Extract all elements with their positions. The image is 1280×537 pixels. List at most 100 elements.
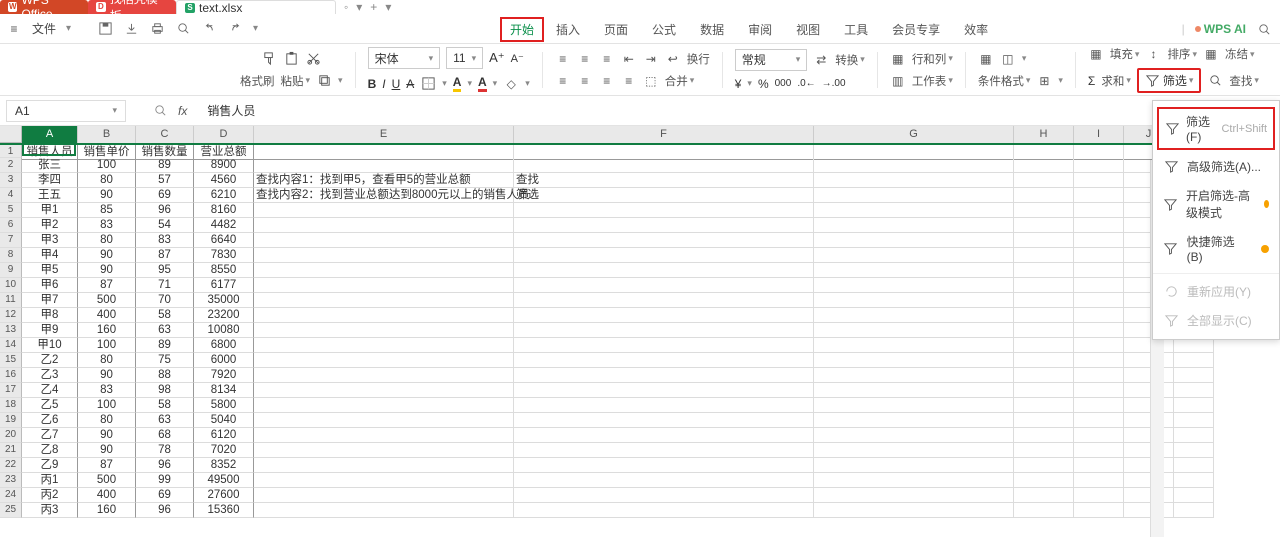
- tab-more-icon[interactable]: ▾: [385, 0, 391, 14]
- cell-C20[interactable]: 68: [136, 428, 194, 443]
- row-head-8[interactable]: 8: [0, 248, 22, 263]
- tab-data[interactable]: 数据: [688, 17, 736, 42]
- cell-F7[interactable]: [514, 233, 814, 248]
- cell-G5[interactable]: [814, 203, 1014, 218]
- cell-C19[interactable]: 63: [136, 413, 194, 428]
- cell-G6[interactable]: [814, 218, 1014, 233]
- cell-I3[interactable]: [1074, 173, 1124, 188]
- cell-D23[interactable]: 49500: [194, 473, 254, 488]
- cell-K19[interactable]: [1174, 413, 1214, 428]
- cell-F25[interactable]: [514, 503, 814, 518]
- cell-A21[interactable]: 乙8: [22, 443, 78, 458]
- cell-I2[interactable]: [1074, 158, 1124, 173]
- row-head-25[interactable]: 25: [0, 503, 22, 518]
- cell-K23[interactable]: [1174, 473, 1214, 488]
- cell-J25[interactable]: [1124, 503, 1174, 518]
- fx-icon[interactable]: fx: [178, 104, 187, 118]
- cell-G22[interactable]: [814, 458, 1014, 473]
- cell-K25[interactable]: [1174, 503, 1214, 518]
- cell-B24[interactable]: 400: [78, 488, 136, 503]
- qat-caret[interactable]: ▾: [253, 23, 258, 34]
- cell-F19[interactable]: [514, 413, 814, 428]
- cell-G13[interactable]: [814, 323, 1014, 338]
- row-head-17[interactable]: 17: [0, 383, 22, 398]
- cell-G7[interactable]: [814, 233, 1014, 248]
- row-head-6[interactable]: 6: [0, 218, 22, 233]
- cell-I14[interactable]: [1074, 338, 1124, 353]
- rows-cols-button[interactable]: 行和列▾: [912, 51, 953, 67]
- cell-B10[interactable]: 87: [78, 278, 136, 293]
- cell-D19[interactable]: 5040: [194, 413, 254, 428]
- paste-icon[interactable]: [283, 51, 299, 67]
- cell-H3[interactable]: [1014, 173, 1074, 188]
- tab-efficiency[interactable]: 效率: [952, 17, 1000, 42]
- tab-view[interactable]: 视图: [784, 17, 832, 42]
- cell-E17[interactable]: [254, 383, 514, 398]
- cell-E12[interactable]: [254, 308, 514, 323]
- cell-G19[interactable]: [814, 413, 1014, 428]
- cell-F11[interactable]: [514, 293, 814, 308]
- select-all-corner[interactable]: [0, 126, 22, 142]
- cell-H12[interactable]: [1014, 308, 1074, 323]
- cell-I22[interactable]: [1074, 458, 1124, 473]
- cell-I21[interactable]: [1074, 443, 1124, 458]
- cell-K18[interactable]: [1174, 398, 1214, 413]
- cell-G24[interactable]: [814, 488, 1014, 503]
- cell-B6[interactable]: 83: [78, 218, 136, 233]
- cell-E14[interactable]: [254, 338, 514, 353]
- cell-H10[interactable]: [1014, 278, 1074, 293]
- cell-I9[interactable]: [1074, 263, 1124, 278]
- cell-H13[interactable]: [1014, 323, 1074, 338]
- cell-D21[interactable]: 7020: [194, 443, 254, 458]
- cell-E10[interactable]: [254, 278, 514, 293]
- print-preview-icon[interactable]: [175, 21, 191, 37]
- cell-J14[interactable]: [1124, 338, 1174, 353]
- cell-B7[interactable]: 80: [78, 233, 136, 248]
- cell-H8[interactable]: [1014, 248, 1074, 263]
- font-size-select[interactable]: 11▾: [446, 47, 483, 69]
- cell-A3[interactable]: 李四: [22, 173, 78, 188]
- cancel-edit-icon[interactable]: [152, 103, 168, 119]
- app-tab-wps[interactable]: WWPS Office: [0, 0, 88, 14]
- cell-E22[interactable]: [254, 458, 514, 473]
- tab-review[interactable]: 审阅: [736, 17, 784, 42]
- redo-icon[interactable]: [227, 21, 243, 37]
- tab-home[interactable]: 开始: [500, 17, 544, 42]
- cell-A23[interactable]: 丙1: [22, 473, 78, 488]
- cell-C13[interactable]: 63: [136, 323, 194, 338]
- cell-C4[interactable]: 69: [136, 188, 194, 203]
- cell-A15[interactable]: 乙2: [22, 353, 78, 368]
- col-head-I[interactable]: I: [1074, 126, 1124, 143]
- cut-icon[interactable]: [305, 51, 321, 67]
- cell-F15[interactable]: [514, 353, 814, 368]
- cell-J16[interactable]: [1124, 368, 1174, 383]
- cell-J23[interactable]: [1124, 473, 1174, 488]
- strike-button[interactable]: A: [406, 77, 414, 91]
- cell-K24[interactable]: [1174, 488, 1214, 503]
- cell-G3[interactable]: [814, 173, 1014, 188]
- cell-A8[interactable]: 甲4: [22, 248, 78, 263]
- cell-F8[interactable]: [514, 248, 814, 263]
- cell-G2[interactable]: [814, 158, 1014, 173]
- cell-J24[interactable]: [1124, 488, 1174, 503]
- cell-D9[interactable]: 8550: [194, 263, 254, 278]
- search-icon[interactable]: [1256, 21, 1272, 37]
- cell-F5[interactable]: [514, 203, 814, 218]
- cell-B25[interactable]: 160: [78, 503, 136, 518]
- col-head-A[interactable]: A: [22, 126, 78, 143]
- font-color-button[interactable]: A: [478, 75, 487, 92]
- cell-D25[interactable]: 15360: [194, 503, 254, 518]
- cell-B19[interactable]: 80: [78, 413, 136, 428]
- cell-F13[interactable]: [514, 323, 814, 338]
- cell-H9[interactable]: [1014, 263, 1074, 278]
- paste-label[interactable]: 粘贴▾: [281, 73, 311, 89]
- cell-K15[interactable]: [1174, 353, 1214, 368]
- cell-D2[interactable]: 8900: [194, 158, 254, 173]
- cell-A9[interactable]: 甲5: [22, 263, 78, 278]
- indent-decrease-icon[interactable]: ⇤: [621, 51, 637, 67]
- cell-B4[interactable]: 90: [78, 188, 136, 203]
- cell-G21[interactable]: [814, 443, 1014, 458]
- tab-vip[interactable]: 会员专享: [880, 17, 952, 42]
- align-bottom-icon[interactable]: ≡: [599, 51, 615, 67]
- cell-F23[interactable]: [514, 473, 814, 488]
